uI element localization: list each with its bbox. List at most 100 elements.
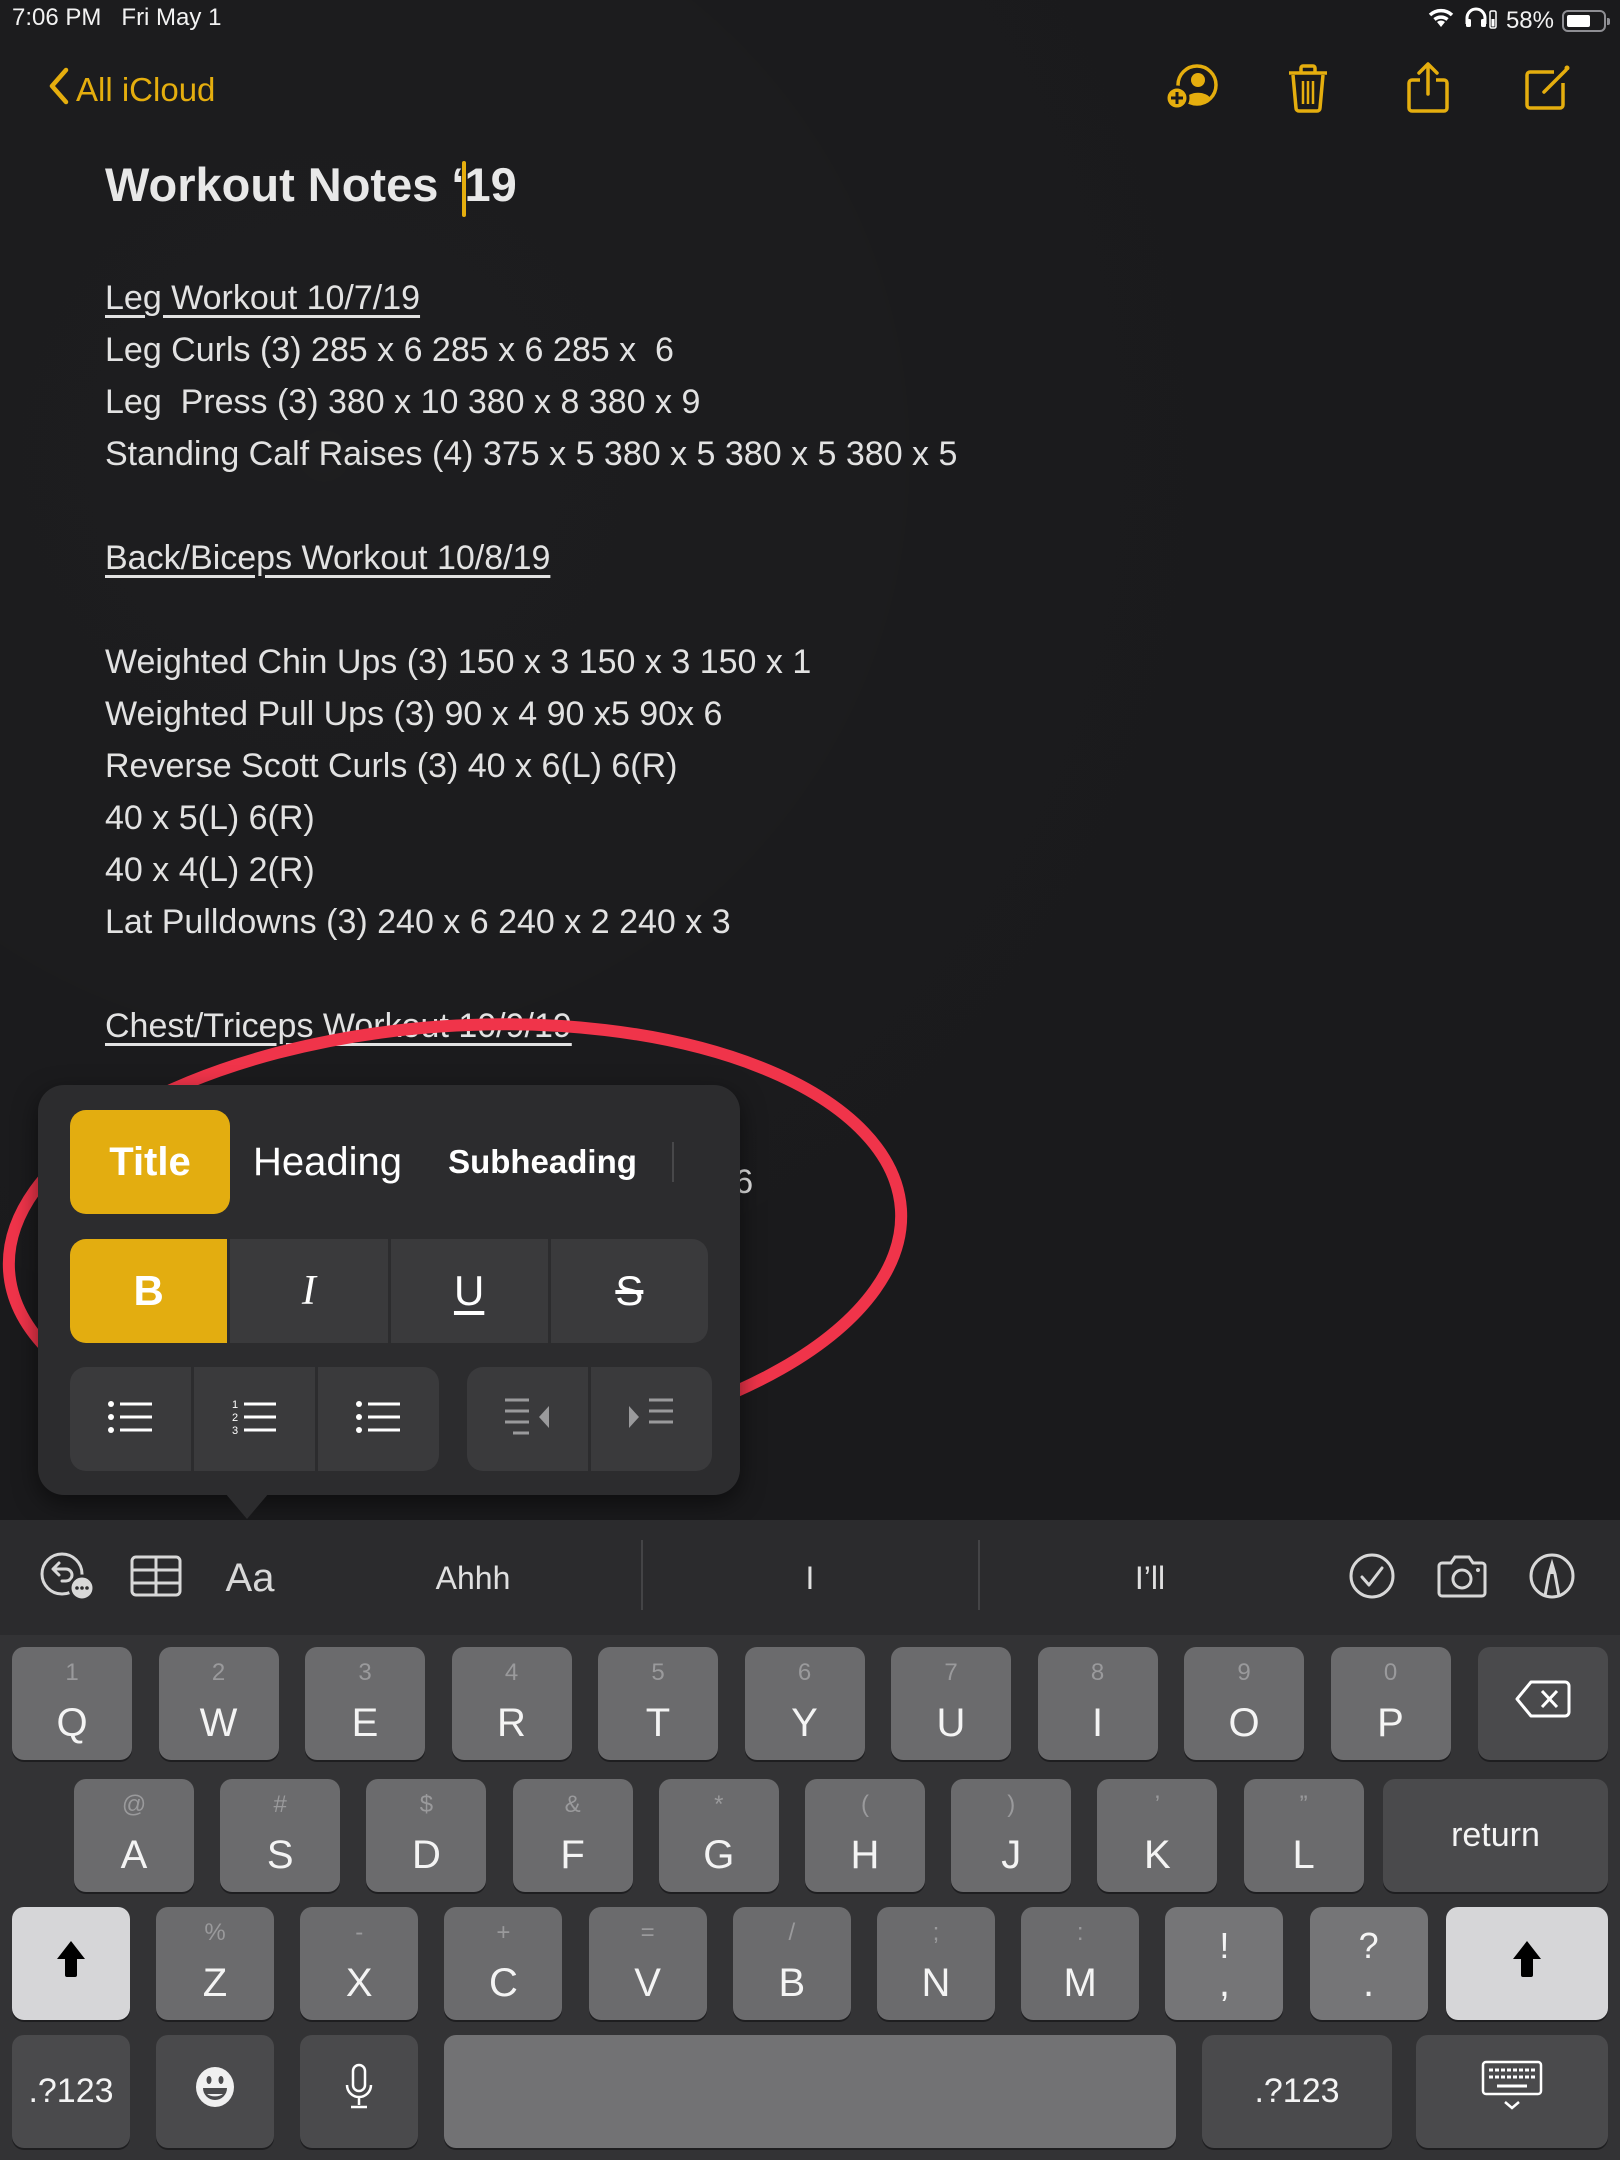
compose-button[interactable] (1518, 62, 1578, 118)
key-h[interactable]: (H (805, 1779, 925, 1892)
key-y[interactable]: 6Y (744, 1647, 865, 1760)
checklist-button[interactable] (1342, 1548, 1402, 1608)
camera-button[interactable] (1432, 1548, 1492, 1608)
back-label: All iCloud (76, 71, 216, 108)
key-alt-label: ( (861, 1791, 869, 1818)
undo-menu-icon (38, 1550, 98, 1607)
style-subheading-button[interactable]: Subheading (425, 1110, 660, 1214)
key-e[interactable]: 3E (305, 1647, 425, 1760)
italic-button[interactable]: I (230, 1239, 388, 1343)
key-p[interactable]: 0P (1330, 1647, 1451, 1760)
underline-button[interactable]: U (390, 1239, 548, 1343)
key-alt-label: 3 (358, 1659, 372, 1686)
dashed-list-button[interactable] (318, 1367, 439, 1471)
key-label: W (199, 1701, 238, 1745)
back-button[interactable]: All iCloud (46, 66, 215, 114)
key-label: P (1377, 1701, 1404, 1745)
key-label: . (1363, 1961, 1375, 2005)
key-f[interactable]: & F (512, 1779, 633, 1892)
key-alt-label: # (273, 1791, 287, 1818)
markup-button[interactable] (1522, 1548, 1582, 1608)
key-s[interactable]: # S (220, 1779, 341, 1892)
hide-keyboard-key[interactable] (1416, 2035, 1608, 2148)
key-alt-label: 2 (211, 1659, 226, 1686)
key-alt-label: % (204, 1919, 226, 1946)
text-format-button[interactable]: Aa (218, 1548, 282, 1608)
share-button[interactable] (1398, 61, 1458, 118)
key-c[interactable]: + C (444, 1907, 563, 2020)
note-section-heading: Chest/Triceps Workout 10/9/19 (105, 1007, 572, 1045)
space-key[interactable] (444, 2035, 1176, 2148)
key-v[interactable]: = V (588, 1907, 707, 2020)
note-title[interactable]: Workout Notes ‘19 (105, 150, 1505, 220)
status-time: 7:06 PM Fri May 1 (12, 4, 221, 32)
emoji-key[interactable] (156, 2035, 274, 2148)
battery-percent: 58% (1505, 6, 1554, 34)
key-comma[interactable]: !, (1165, 1907, 1284, 2020)
suggestion-2[interactable]: I (660, 1546, 960, 1610)
numbered-list-icon: 123 (232, 1398, 278, 1441)
strikethrough-button[interactable]: S (550, 1239, 708, 1343)
shift-icon (1511, 1939, 1543, 1988)
key-m[interactable]: :M (1021, 1907, 1140, 2020)
key-z[interactable]: % Z (156, 1907, 274, 2020)
key-alt-label: $ (419, 1791, 434, 1818)
numbers-key-left[interactable]: .?123 (12, 2035, 130, 2148)
indent-button[interactable] (591, 1367, 712, 1471)
status-date: Fri May 1 (121, 4, 222, 31)
key-label: O (1228, 1701, 1260, 1745)
key-w[interactable]: 2W (158, 1647, 279, 1760)
key-label: A (120, 1833, 148, 1877)
key-u[interactable]: 7U (891, 1647, 1011, 1760)
key-label: , (1218, 1961, 1230, 2005)
key-g[interactable]: * G (658, 1779, 779, 1892)
outdent-icon (503, 1397, 553, 1442)
dashed-list-icon (355, 1400, 402, 1439)
note-line: Reverse Scott Curls (3) 40 x 6(L) 6(R) (105, 747, 678, 785)
delete-note-button[interactable] (1278, 62, 1338, 118)
key-r[interactable]: 4R (451, 1647, 572, 1760)
markup-icon (1528, 1552, 1576, 1605)
bulleted-list-button[interactable] (70, 1367, 191, 1471)
key-t[interactable]: 5T (598, 1647, 718, 1760)
table-button[interactable] (126, 1548, 186, 1608)
key-q[interactable]: 1Q (12, 1647, 132, 1760)
key-b[interactable]: / B (732, 1907, 851, 2020)
shift-key-right[interactable] (1446, 1907, 1608, 2020)
bold-button[interactable]: B (70, 1239, 228, 1343)
add-person-icon (1163, 63, 1221, 118)
key-label: Y (791, 1701, 818, 1745)
numbers-label: .?123 (1254, 2072, 1340, 2110)
note-blank-line (105, 480, 1505, 532)
numbered-list-button[interactable]: 123 (194, 1367, 315, 1471)
key-j[interactable]: ) J (951, 1779, 1072, 1892)
suggestion-3[interactable]: I’ll (1000, 1546, 1300, 1610)
outdent-button[interactable] (467, 1367, 588, 1471)
key-label: I (1091, 1701, 1104, 1745)
key-l[interactable]: ” L (1243, 1779, 1364, 1892)
key-i[interactable]: 8I (1037, 1647, 1158, 1760)
suggestion-1[interactable]: Ahhh (330, 1546, 616, 1610)
delete-key[interactable] (1478, 1647, 1608, 1760)
shift-key-left[interactable] (12, 1907, 130, 2020)
key-n[interactable]: ; N (877, 1907, 995, 2020)
note-line: 40 x 5(L) 6(R) (105, 799, 315, 837)
key-x[interactable]: -X (300, 1907, 419, 2020)
add-person-button[interactable] (1162, 62, 1222, 118)
key-alt-label: * (714, 1791, 724, 1818)
undo-button[interactable] (38, 1548, 98, 1608)
style-heading-button[interactable]: Heading (230, 1110, 425, 1214)
numbers-label: .?123 (28, 2072, 114, 2110)
key-period[interactable]: ?. (1309, 1907, 1428, 2020)
key-label: E (351, 1701, 379, 1745)
key-a[interactable]: @ A (74, 1779, 194, 1892)
numbers-key-right[interactable]: .?123 (1202, 2035, 1392, 2148)
return-key[interactable]: return (1383, 1779, 1608, 1892)
dictation-key[interactable] (300, 2035, 418, 2148)
key-alt-label: ; (932, 1919, 940, 1946)
key-o[interactable]: 9O (1184, 1647, 1304, 1760)
key-alt-label: 9 (1237, 1659, 1251, 1686)
key-k[interactable]: ’ K (1097, 1779, 1218, 1892)
key-d[interactable]: $ D (366, 1779, 487, 1892)
style-title-button[interactable]: Title (70, 1110, 230, 1214)
